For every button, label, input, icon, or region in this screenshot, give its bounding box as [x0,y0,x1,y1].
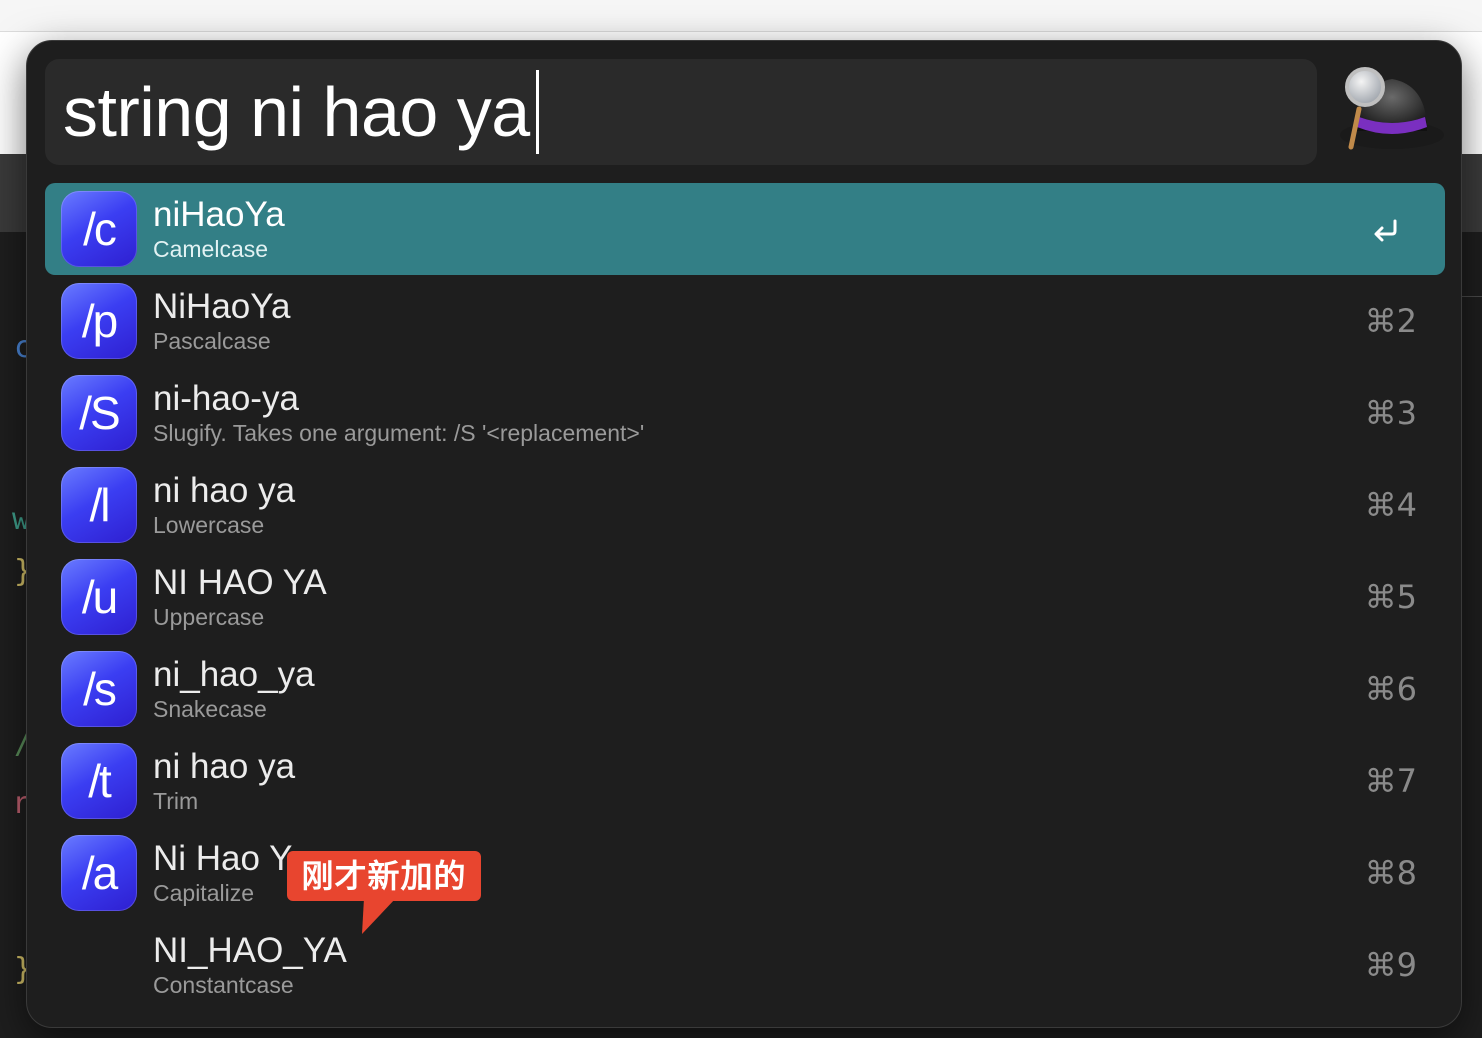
result-title: NiHaoYa [153,287,291,326]
result-subtitle: Snakecase [153,696,267,722]
result-shortcut: ⌘3 [1364,394,1417,432]
result-item-lowercase[interactable]: /l ni hao ya Lowercase ⌘4 [45,459,1445,551]
uppercase-icon: /u [61,559,137,635]
result-shortcut: ⌘8 [1364,854,1417,892]
capitalize-icon: /a [61,835,137,911]
result-title: niHaoYa [153,195,285,234]
background-window-titlebar [0,0,1482,32]
return-icon [1374,219,1397,242]
result-title: ni hao ya [153,747,296,786]
alfred-hat-icon[interactable] [1335,65,1445,155]
result-item-uppercase[interactable]: /u NI HAO YA Uppercase ⌘5 [45,551,1445,643]
annotation-callout: 刚才新加的 [287,851,481,901]
result-item-pascalcase[interactable]: /p NiHaoYa Pascalcase ⌘2 [45,275,1445,367]
result-subtitle: Constantcase [153,972,294,998]
result-title: ni-hao-ya [153,379,299,418]
result-shortcut: ⌘5 [1364,578,1417,616]
result-title: NI HAO YA [153,563,327,602]
result-subtitle: Lowercase [153,512,265,538]
result-subtitle: Pascalcase [153,328,271,354]
result-shortcut: ⌘7 [1364,762,1417,800]
result-title: ni hao ya [153,471,296,510]
slugify-icon: /S [61,375,137,451]
result-item-capitalize[interactable]: /a Ni Hao Y Capitalize ⌘8 [45,827,1445,919]
result-item-trim[interactable]: /t ni hao ya Trim ⌘7 [45,735,1445,827]
result-title: NI_HAO_YA [153,931,347,970]
results-list: /c niHaoYa Camelcase /p NiHaoYa Pascalca… [45,183,1445,1011]
text-caret [535,70,539,154]
snakecase-icon: /s [61,651,137,727]
background-divider [1462,296,1482,297]
result-subtitle: Slugify. Takes one argument: /S '<replac… [153,420,645,446]
result-title: Ni Hao Y [153,839,293,878]
result-subtitle: Trim [153,788,199,814]
lowercase-icon: /l [61,467,137,543]
result-subtitle: Capitalize [153,880,254,906]
result-item-camelcase[interactable]: /c niHaoYa Camelcase [45,183,1445,275]
search-field[interactable]: string ni hao ya [45,59,1317,165]
result-shortcut: ⌘9 [1364,946,1417,984]
callout-pointer [362,898,396,934]
result-item-constantcase[interactable]: NI_HAO_YA Constantcase ⌘9 [45,919,1445,1011]
camelcase-icon: /c [61,191,137,267]
result-shortcut: ⌘2 [1364,302,1417,340]
result-title: ni_hao_ya [153,655,315,694]
result-subtitle: Camelcase [153,236,269,262]
launcher-window: string ni hao ya /c niHaoYa Camelcase /p… [26,40,1462,1028]
pascalcase-icon: /p [61,283,137,359]
result-subtitle: Uppercase [153,604,265,630]
result-shortcut: ⌘6 [1364,670,1417,708]
result-item-slugify[interactable]: /S ni-hao-ya Slugify. Takes one argument… [45,367,1445,459]
search-input[interactable]: string ni hao ya [63,77,530,147]
result-shortcut: ⌘4 [1364,486,1417,524]
result-item-snakecase[interactable]: /s ni_hao_ya Snakecase ⌘6 [45,643,1445,735]
trim-icon: /t [61,743,137,819]
